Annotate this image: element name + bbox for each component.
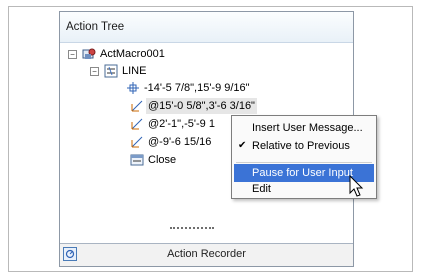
relative-point-icon: [131, 136, 143, 148]
relative-point-icon: [131, 100, 143, 112]
menu-item-label: Insert User Message...: [252, 122, 363, 134]
command-name: LINE: [122, 65, 147, 77]
menu-item-label: Relative to Previous: [252, 140, 350, 152]
close-command-icon: [130, 154, 144, 166]
collapse-root-icon[interactable]: −: [68, 50, 77, 59]
resize-grip[interactable]: [170, 227, 214, 232]
panel-title: Action Tree: [66, 21, 125, 33]
status-label: Action Recorder: [167, 248, 246, 260]
point-coordinates: @15'-0 5/8",3'-6 3/16": [146, 98, 257, 114]
menu-separator: [236, 162, 372, 163]
command-icon: [104, 64, 118, 78]
panel-title-bar: Action Tree: [60, 12, 353, 43]
menu-item-insert-user-message[interactable]: Insert User Message...: [234, 119, 374, 137]
check-icon: ✔: [238, 140, 247, 151]
collapse-line-icon[interactable]: −: [90, 67, 99, 76]
relative-point-icon: [131, 118, 143, 130]
point-coordinates: @2'-1",-5'-9 1: [148, 118, 215, 130]
menu-item-label: Edit: [252, 183, 271, 195]
menu-item-relative-to-previous[interactable]: ✔ Relative to Previous: [234, 137, 374, 155]
close-label: Close: [148, 154, 177, 166]
mouse-pointer-icon: [349, 175, 364, 197]
macro-icon: [82, 48, 96, 59]
absolute-point-icon: [127, 82, 139, 94]
macro-name: ActMacro001: [100, 48, 165, 60]
point-coordinates: -14'-5 7/8",15'-9 9/16": [144, 82, 250, 94]
point-coordinates: @-9'-6 15/16: [148, 136, 212, 148]
status-bar: Action Recorder: [60, 243, 353, 266]
